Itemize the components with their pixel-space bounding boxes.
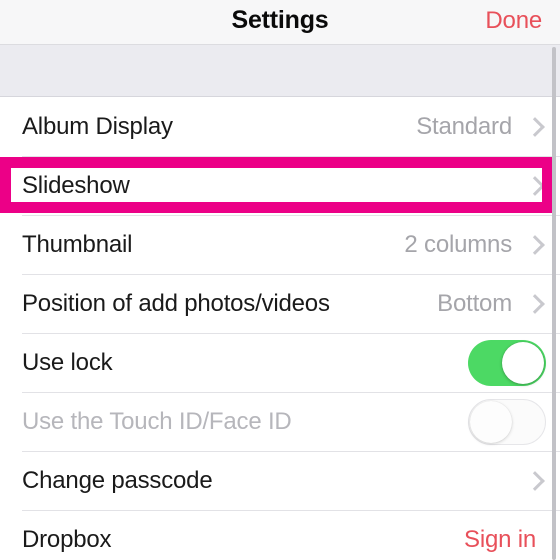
row-accessory: Sign in [464,526,560,554]
row-label: Slideshow [22,171,130,199]
row-use-touch-id-face-id[interactable]: Use the Touch ID/Face ID [0,392,560,451]
vertical-scrollbar[interactable] [552,47,556,560]
use-lock-toggle[interactable] [468,339,546,386]
row-thumbnail[interactable]: Thumbnail 2 columns [0,215,560,274]
row-label: Thumbnail [22,230,133,258]
touch-id-face-id-toggle[interactable] [468,398,546,445]
row-label: Position of add photos/videos [22,289,330,317]
row-label: Dropbox [22,525,112,553]
chevron-right-icon [524,234,546,256]
row-album-display[interactable]: Album Display Standard [0,97,560,156]
row-accessory [468,398,560,445]
section-spacer [0,45,560,97]
row-label: Use the Touch ID/Face ID [22,407,292,435]
scrollbar-thumb[interactable] [552,47,556,560]
row-change-passcode[interactable]: Change passcode [0,451,560,510]
row-label: Album Display [22,112,173,140]
row-accessory [468,339,560,386]
row-value: Bottom [437,289,512,317]
row-accessory: Bottom [437,290,560,318]
settings-screen: Settings Done Album Display Standard Sli… [0,0,560,560]
row-accessory: Standard [416,113,560,141]
row-label: Use lock [22,348,113,376]
row-position-of-add-photos-videos[interactable]: Position of add photos/videos Bottom [0,274,560,333]
toggle-knob [502,341,544,384]
done-button[interactable]: Done [485,7,542,35]
dropbox-sign-in-link[interactable]: Sign in [464,526,546,554]
chevron-right-icon [524,175,546,197]
settings-table: Album Display Standard Slideshow Thumbna… [0,97,560,560]
row-value: Standard [416,112,512,140]
chevron-right-icon [524,116,546,138]
chevron-right-icon [524,293,546,315]
toggle-knob [470,400,512,443]
chevron-right-icon [524,470,546,492]
row-value: 2 columns [404,230,512,258]
row-slideshow[interactable]: Slideshow [0,156,560,215]
page-title: Settings [231,6,329,34]
navigation-bar: Settings Done [0,0,560,45]
row-use-lock[interactable]: Use lock [0,333,560,392]
row-label: Change passcode [22,466,213,494]
row-accessory: 2 columns [404,231,560,259]
row-dropbox[interactable]: Dropbox Sign in [0,510,560,560]
